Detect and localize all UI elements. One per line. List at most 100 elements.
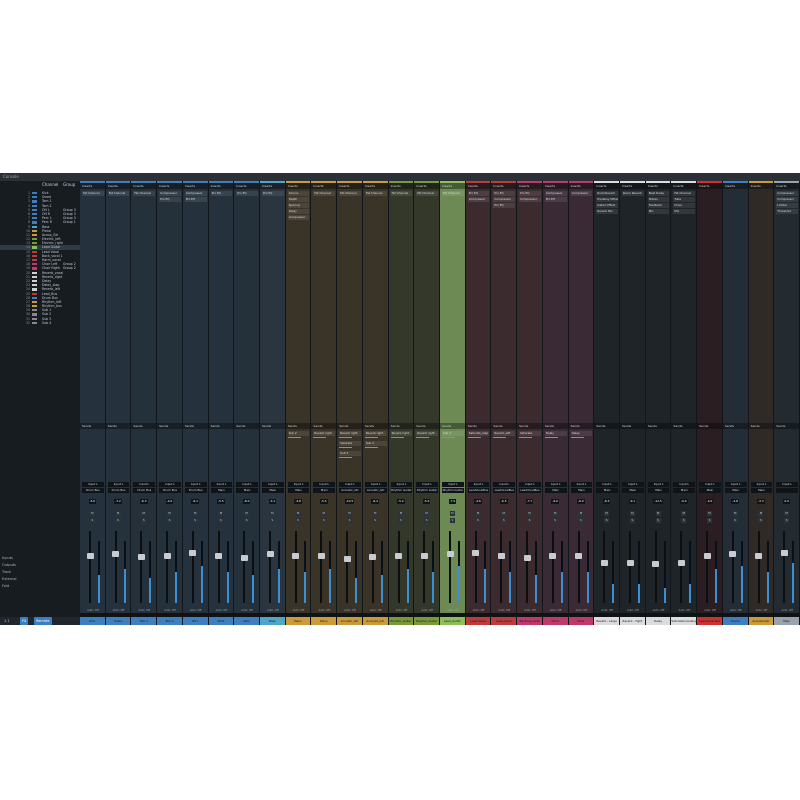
input-selector[interactable]: Input L bbox=[313, 482, 336, 487]
volume-readout[interactable]: -7.9 bbox=[442, 499, 464, 504]
send-slot[interactable]: Reverb right bbox=[313, 431, 336, 436]
volume-value[interactable]: -6.0 bbox=[577, 499, 585, 504]
volume-fader[interactable] bbox=[600, 559, 608, 566]
output-selector[interactable]: Drum Bus bbox=[82, 488, 104, 493]
input-selector[interactable]: Input L bbox=[184, 482, 207, 487]
inserts-header[interactable]: Inserts bbox=[594, 183, 619, 189]
input-selector[interactable]: Input L bbox=[519, 482, 541, 487]
send-slot[interactable]: Sub 2 bbox=[287, 431, 310, 436]
track-color-swatch[interactable] bbox=[32, 238, 37, 241]
mute-button[interactable]: M bbox=[115, 511, 121, 516]
inserts-header[interactable]: Inserts bbox=[774, 183, 799, 189]
channel-name[interactable]: Bass bbox=[260, 617, 285, 625]
solo-button[interactable]: S bbox=[295, 518, 301, 523]
volume-readout[interactable]: -4.0 bbox=[699, 499, 721, 504]
insert-slot[interactable]: Compressor bbox=[570, 191, 593, 196]
insert-slot[interactable]: Pro EQ bbox=[544, 197, 567, 202]
send-slot[interactable]: Saturate bbox=[339, 441, 361, 446]
track-color-swatch[interactable] bbox=[32, 208, 37, 211]
remote-toggle-button[interactable]: Remote bbox=[34, 617, 52, 625]
output-selector[interactable]: Main bbox=[287, 488, 310, 493]
volume-value[interactable]: -9.1 bbox=[628, 499, 637, 504]
insert-slot[interactable]: Pro EQ bbox=[184, 197, 207, 202]
output-selector[interactable]: Drum Bus bbox=[107, 488, 130, 493]
insert-slot[interactable]: Fat Channel bbox=[416, 191, 438, 196]
volume-fader[interactable] bbox=[266, 551, 274, 558]
track-color-swatch[interactable] bbox=[32, 317, 37, 320]
output-selector[interactable]: Rhythm Guitar bbox=[442, 488, 464, 493]
channel-name[interactable]: Drums bbox=[722, 617, 748, 625]
solo-button[interactable]: S bbox=[346, 518, 352, 523]
send-level[interactable] bbox=[339, 447, 353, 448]
input-selector[interactable]: Input L bbox=[236, 482, 258, 487]
solo-button[interactable]: S bbox=[501, 518, 507, 523]
sends-header[interactable]: Sends bbox=[517, 423, 542, 429]
output-selector[interactable]: Drum Bus bbox=[133, 488, 156, 493]
mute-button[interactable]: M bbox=[475, 511, 481, 516]
insert-slot[interactable]: RoomReverb bbox=[596, 191, 618, 196]
insert-slot[interactable]: Compressor bbox=[184, 191, 207, 196]
track-color-swatch[interactable] bbox=[32, 229, 37, 232]
send-slot[interactable]: Delay bbox=[544, 431, 567, 436]
volume-fader[interactable] bbox=[497, 552, 505, 559]
send-level[interactable] bbox=[339, 437, 353, 438]
volume-readout[interactable]: -5.0 bbox=[416, 499, 438, 504]
inserts-header[interactable]: Inserts bbox=[182, 183, 208, 189]
solo-button[interactable]: S bbox=[681, 518, 687, 523]
volume-fader[interactable] bbox=[703, 552, 711, 559]
volume-value[interactable]: -5.0 bbox=[422, 499, 431, 504]
volume-fader[interactable] bbox=[472, 550, 480, 557]
insert-slot[interactable]: Gated Offset bbox=[596, 203, 618, 208]
input-selector[interactable]: Input L bbox=[442, 482, 464, 487]
solo-button[interactable]: S bbox=[166, 518, 172, 523]
volume-fader[interactable] bbox=[446, 551, 454, 558]
send-slot[interactable]: Saturate_step bbox=[467, 431, 490, 436]
inserts-header[interactable]: Inserts bbox=[517, 183, 542, 189]
volume-readout[interactable]: -8.3 bbox=[596, 499, 618, 504]
mute-button[interactable]: M bbox=[784, 511, 790, 516]
insert-slot[interactable]: Feedback bbox=[647, 203, 670, 208]
channel-name[interactable]: Lead_Vocal bbox=[491, 617, 517, 625]
volume-fader[interactable] bbox=[729, 551, 737, 558]
output-selector[interactable]: Acoustic_Gtr bbox=[339, 488, 361, 493]
sends-header[interactable]: Sends bbox=[260, 423, 285, 429]
track-color-swatch[interactable] bbox=[32, 263, 37, 266]
send-slot[interactable]: Sub 3 bbox=[364, 441, 387, 446]
mute-button[interactable]: M bbox=[346, 511, 352, 516]
insert-slot[interactable]: Reverb Mix bbox=[596, 209, 618, 214]
inserts-header[interactable]: Inserts bbox=[105, 183, 131, 189]
channel-name[interactable]: Reverb - Tight bbox=[620, 617, 645, 625]
solo-button[interactable]: S bbox=[89, 518, 95, 523]
volume-fader[interactable] bbox=[163, 552, 171, 559]
insert-slot[interactable]: Compressor bbox=[776, 197, 798, 202]
mute-button[interactable]: M bbox=[141, 511, 147, 516]
volume-fader[interactable] bbox=[626, 559, 634, 566]
volume-value[interactable]: -8.0 bbox=[242, 499, 251, 504]
solo-button[interactable]: S bbox=[732, 518, 738, 523]
volume-readout[interactable]: -9.0 bbox=[673, 499, 695, 504]
send-level[interactable] bbox=[339, 457, 353, 458]
track-color-swatch[interactable] bbox=[32, 246, 37, 249]
output-selector[interactable] bbox=[776, 488, 798, 493]
solo-button[interactable]: S bbox=[141, 518, 147, 523]
mute-button[interactable]: M bbox=[424, 511, 430, 516]
track-color-swatch[interactable] bbox=[32, 200, 37, 203]
output-selector[interactable]: Main bbox=[647, 488, 670, 493]
output-selector[interactable]: Main bbox=[313, 488, 336, 493]
channel-name[interactable]: OH L bbox=[182, 617, 208, 625]
insert-slot[interactable]: Drive bbox=[673, 203, 696, 208]
volume-fader[interactable] bbox=[523, 555, 531, 562]
volume-readout[interactable]: -5.5 bbox=[211, 499, 233, 504]
input-selector[interactable]: Input L bbox=[467, 482, 490, 487]
inserts-header[interactable]: Inserts bbox=[671, 183, 697, 189]
sends-header[interactable]: Sends bbox=[414, 423, 439, 429]
volume-fader[interactable] bbox=[215, 552, 223, 559]
insert-slot[interactable]: Fat Channel bbox=[107, 191, 130, 196]
track-list-row[interactable]: 32 Sub 4 bbox=[0, 321, 80, 325]
volume-fader[interactable] bbox=[189, 549, 197, 556]
volume-value[interactable]: -8.3 bbox=[602, 499, 611, 504]
solo-button[interactable]: S bbox=[218, 518, 224, 523]
volume-readout[interactable]: -6.4 bbox=[365, 499, 387, 504]
mute-button[interactable]: M bbox=[655, 511, 661, 516]
output-selector[interactable]: Rhythm Guitar bbox=[390, 488, 413, 493]
